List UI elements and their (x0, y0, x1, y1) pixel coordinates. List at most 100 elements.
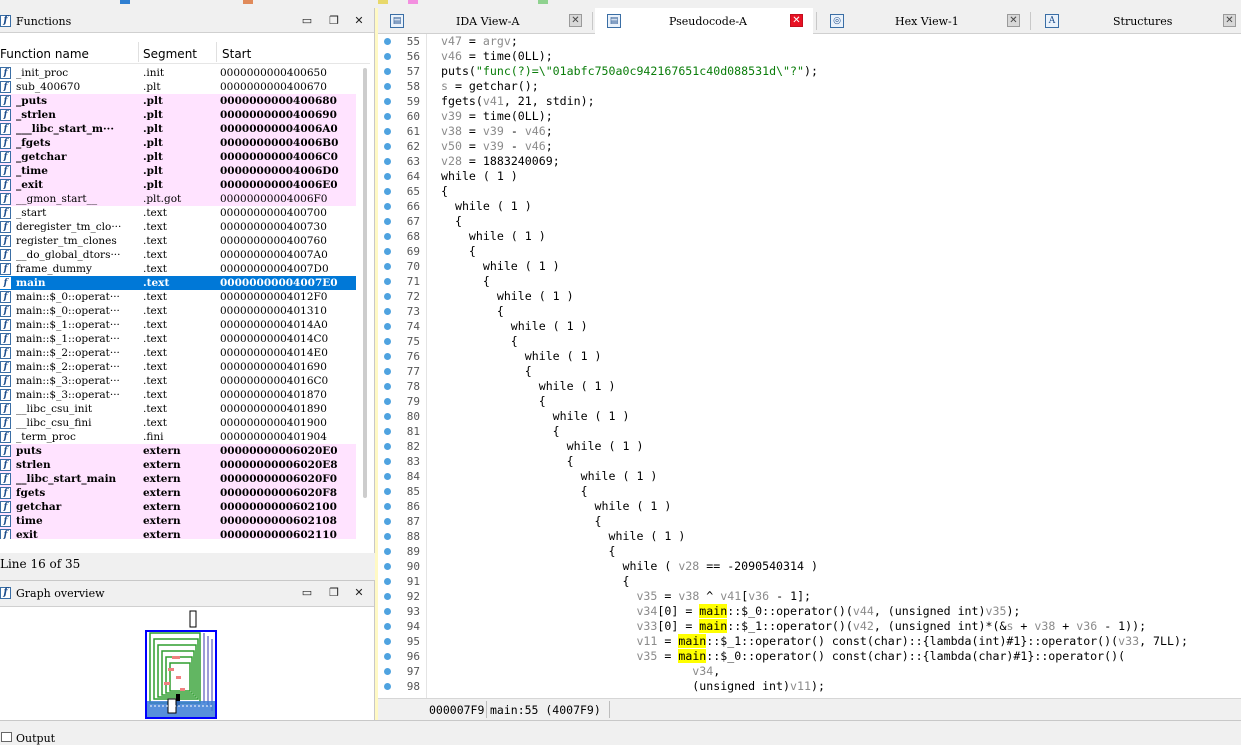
code-line[interactable]: 92 v35 = v38 ^ v41[v36 - 1]; (378, 589, 1241, 604)
function-row[interactable]: f getchar extern 0000000000602100 (0, 500, 356, 514)
tab-close-icon[interactable]: ✕ (1223, 14, 1236, 27)
code-line[interactable]: 73 { (378, 304, 1241, 319)
output-title[interactable]: Output (16, 732, 55, 745)
breakpoint-dot-icon[interactable] (384, 158, 391, 165)
breakpoint-dot-icon[interactable] (384, 413, 391, 420)
code-text[interactable]: { (441, 214, 462, 229)
column-divider[interactable] (216, 42, 217, 62)
breakpoint-dot-icon[interactable] (384, 518, 391, 525)
code-line[interactable]: 89 { (378, 544, 1241, 559)
code-line[interactable]: 86 while ( 1 ) (378, 499, 1241, 514)
function-row[interactable]: f main::$_2::operat··· .text 00000000004016… (0, 360, 356, 374)
code-line[interactable]: 94 v33[0] = main::$_1::operator()(v42, (… (378, 619, 1241, 634)
code-line[interactable]: 56 v46 = time(0LL); (378, 49, 1241, 64)
code-line[interactable]: 68 while ( 1 ) (378, 229, 1241, 244)
breakpoint-dot-icon[interactable] (384, 398, 391, 405)
function-row[interactable]: f ___libc_start_m··· .plt 00000000004006A0 (0, 122, 356, 136)
breakpoint-dot-icon[interactable] (384, 128, 391, 135)
code-line[interactable]: 88 while ( 1 ) (378, 529, 1241, 544)
tab-close-icon[interactable]: ✕ (790, 14, 803, 27)
maximize-icon[interactable]: ▭ (300, 15, 314, 28)
code-text[interactable]: { (441, 424, 560, 439)
code-line[interactable]: 70 while ( 1 ) (378, 259, 1241, 274)
function-row[interactable]: f main::$_3::operat··· .text 00000000004018… (0, 388, 356, 402)
column-divider[interactable] (138, 42, 139, 62)
code-text[interactable]: v47 = argv; (441, 34, 518, 49)
code-line[interactable]: 77 { (378, 364, 1241, 379)
code-text[interactable]: { (441, 304, 504, 319)
breakpoint-dot-icon[interactable] (384, 353, 391, 360)
code-line[interactable]: 87 { (378, 514, 1241, 529)
code-line[interactable]: 59 fgets(v41, 21, stdin); (378, 94, 1241, 109)
breakpoint-dot-icon[interactable] (384, 668, 391, 675)
code-line[interactable]: 85 { (378, 484, 1241, 499)
breakpoint-dot-icon[interactable] (384, 638, 391, 645)
code-text[interactable]: s = getchar(); (441, 79, 539, 94)
breakpoint-dot-icon[interactable] (384, 98, 391, 105)
code-text[interactable]: (unsigned int)v11); (441, 679, 825, 694)
code-text[interactable]: { (441, 334, 518, 349)
breakpoint-dot-icon[interactable] (384, 188, 391, 195)
function-row[interactable]: f _puts .plt 0000000000400680 (0, 94, 356, 108)
code-text[interactable]: while ( 1 ) (441, 409, 630, 424)
function-row[interactable]: f puts extern 00000000006020E0 (0, 444, 356, 458)
breakpoint-dot-icon[interactable] (384, 473, 391, 480)
breakpoint-dot-icon[interactable] (384, 263, 391, 270)
code-text[interactable]: { (441, 514, 602, 529)
function-row[interactable]: f main::$_2::operat··· .text 00000000004014… (0, 346, 356, 360)
code-line[interactable]: 55 v47 = argv; (378, 34, 1241, 49)
code-line[interactable]: 84 while ( 1 ) (378, 469, 1241, 484)
restore-icon[interactable]: ❐ (327, 15, 341, 28)
code-text[interactable]: v50 = v39 - v46; (441, 139, 553, 154)
code-line[interactable]: 80 while ( 1 ) (378, 409, 1241, 424)
breakpoint-dot-icon[interactable] (384, 578, 391, 585)
code-text[interactable]: v35 = main::$_0::operator() const(char):… (441, 649, 1125, 664)
function-row[interactable]: f main::$_3::operat··· .text 00000000004016… (0, 374, 356, 388)
code-text[interactable]: { (441, 394, 546, 409)
code-line[interactable]: 96 v35 = main::$_0::operator() const(cha… (378, 649, 1241, 664)
code-text[interactable]: fgets(v41, 21, stdin); (441, 94, 595, 109)
column-header-start[interactable]: Start (222, 47, 251, 61)
code-text[interactable]: v39 = time(0LL); (441, 109, 553, 124)
function-row[interactable]: f sub_400670 .plt 0000000000400670 (0, 80, 356, 94)
breakpoint-dot-icon[interactable] (384, 488, 391, 495)
code-line[interactable]: 57 puts("func(?)=\"01abfc750a0c942167651c… (378, 64, 1241, 79)
function-row[interactable]: f frame_dummy .text 00000000004007D0 (0, 262, 356, 276)
breakpoint-dot-icon[interactable] (384, 368, 391, 375)
close-icon[interactable]: ✕ (352, 587, 366, 600)
column-header-function-name[interactable]: Function name (0, 47, 89, 61)
breakpoint-dot-icon[interactable] (384, 173, 391, 180)
tab-hex-view-1[interactable]: ◎ Hex View-1 ✕ (818, 8, 1028, 34)
breakpoint-dot-icon[interactable] (384, 248, 391, 255)
function-row[interactable]: f _getchar .plt 00000000004006C0 (0, 150, 356, 164)
breakpoint-dot-icon[interactable] (384, 38, 391, 45)
breakpoint-dot-icon[interactable] (384, 593, 391, 600)
code-line[interactable]: 78 while ( 1 ) (378, 379, 1241, 394)
function-row[interactable]: f __libc_start_main extern 00000000006020F0 (0, 472, 356, 486)
code-text[interactable]: while ( 1 ) (441, 439, 644, 454)
function-row[interactable]: f fgets extern 00000000006020F8 (0, 486, 356, 500)
breakpoint-dot-icon[interactable] (384, 563, 391, 570)
breakpoint-dot-icon[interactable] (384, 608, 391, 615)
code-text[interactable]: v33[0] = main::$_1::operator()(v42, (uns… (441, 619, 1146, 634)
code-text[interactable]: while ( 1 ) (441, 529, 686, 544)
function-row[interactable]: f __libc_csu_fini .text 0000000000401900 (0, 416, 356, 430)
code-line[interactable]: 75 { (378, 334, 1241, 349)
code-line[interactable]: 63 v28 = 1883240069; (378, 154, 1241, 169)
function-row[interactable]: f __gmon_start__ .plt.got 00000000004006F0 (0, 192, 356, 206)
breakpoint-dot-icon[interactable] (384, 323, 391, 330)
code-text[interactable]: { (441, 364, 532, 379)
breakpoint-dot-icon[interactable] (384, 68, 391, 75)
code-text[interactable]: while ( 1 ) (441, 379, 616, 394)
function-row[interactable]: f deregister_tm_clo··· .text 00000000004007… (0, 220, 356, 234)
code-text[interactable]: while ( 1 ) (441, 259, 560, 274)
code-text[interactable]: v34[0] = main::$_0::operator()(v44, (uns… (441, 604, 1020, 619)
tab-close-icon[interactable]: ✕ (569, 14, 582, 27)
code-text[interactable]: v34, (441, 664, 720, 679)
code-line[interactable]: 67 { (378, 214, 1241, 229)
code-text[interactable]: while ( v28 == -2090540314 ) (441, 559, 817, 574)
tab-close-icon[interactable]: ✕ (1007, 14, 1020, 27)
code-text[interactable]: { (441, 454, 574, 469)
breakpoint-dot-icon[interactable] (384, 503, 391, 510)
tab-ida-view-a[interactable]: ▤ IDA View-A ✕ (378, 8, 590, 34)
